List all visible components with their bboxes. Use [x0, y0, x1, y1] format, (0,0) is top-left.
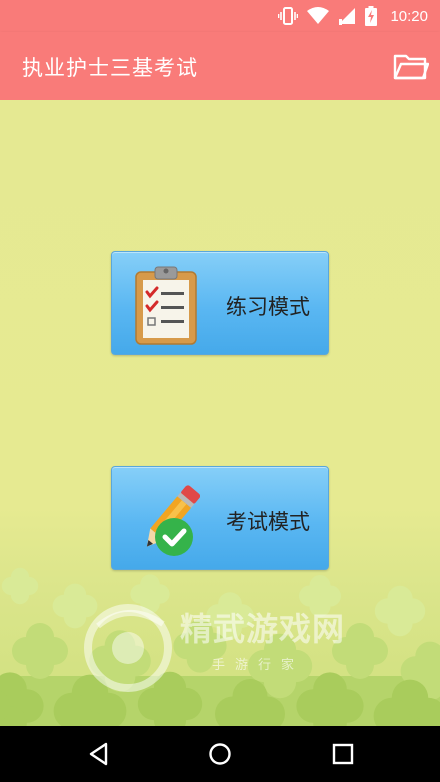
clipboard-checklist-icon — [135, 266, 197, 345]
wifi-icon — [307, 7, 330, 24]
status-time: 10:20 — [390, 7, 428, 25]
signal-icon — [339, 8, 356, 25]
recents-icon — [332, 743, 354, 765]
app-bar: 执业护士三基考试 — [0, 32, 440, 100]
home-icon — [209, 743, 231, 765]
folder-icon — [393, 54, 430, 80]
exam-mode-label: 考试模式 — [226, 510, 310, 534]
exam-mode-button[interactable]: 考试模式 — [111, 466, 329, 570]
practice-mode-label: 练习模式 — [226, 295, 310, 319]
back-icon — [89, 742, 108, 766]
recents-button[interactable] — [329, 740, 357, 768]
pencil-check-icon — [146, 485, 200, 556]
clover-field-background — [0, 567, 440, 726]
battery-charging-icon — [365, 6, 378, 26]
navigation-bar — [0, 726, 440, 782]
folder-button[interactable] — [393, 50, 430, 82]
app-title: 执业护士三基考试 — [22, 56, 198, 80]
back-button[interactable] — [85, 740, 113, 768]
status-bar: 10:20 — [0, 0, 440, 32]
home-button[interactable] — [206, 740, 234, 768]
vibrate-icon — [278, 7, 299, 25]
main-content: 练习模式 考试模式 — [0, 100, 440, 726]
status-icons: 10:20 — [278, 6, 428, 26]
practice-mode-button[interactable]: 练习模式 — [111, 251, 329, 355]
